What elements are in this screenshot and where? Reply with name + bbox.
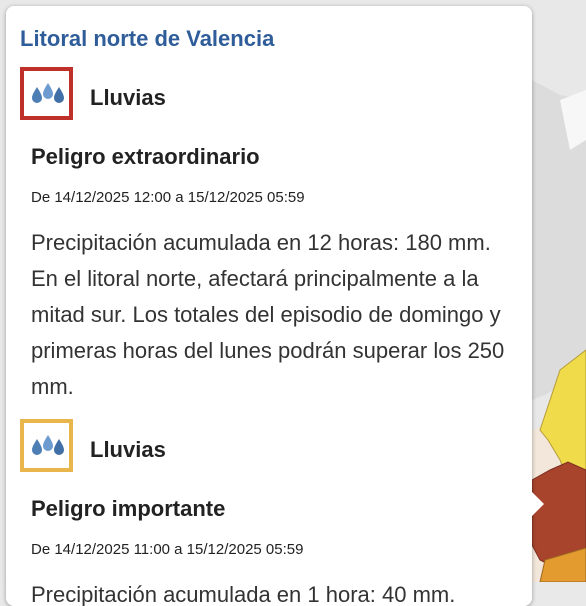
- popup-pointer-arrow: [532, 492, 544, 516]
- warning-description: Precipitación acumulada en 1 hora: 40 mm…: [31, 582, 456, 606]
- warning-level: Peligro extraordinario: [31, 144, 260, 169]
- warning-description: Precipitación acumulada en 12 horas: 180…: [31, 230, 505, 399]
- warning-popup: Litoral norte de Valencia Lluvias Peligr…: [6, 6, 532, 606]
- warning-level-frame: [20, 67, 73, 120]
- warning-dates: De 14/12/2025 12:00 a 15/12/2025 05:59: [31, 189, 305, 206]
- warning-level-frame: [20, 419, 73, 472]
- region-title: Litoral norte de Valencia: [20, 26, 275, 51]
- phenomenon-label: Lluvias: [90, 85, 166, 110]
- rain-drops-icon: [32, 83, 64, 103]
- warning-level: Peligro importante: [31, 496, 226, 521]
- rain-drops-icon: [32, 435, 64, 455]
- warning-dates: De 14/12/2025 11:00 a 15/12/2025 05:59: [31, 541, 304, 558]
- phenomenon-label: Lluvias: [90, 437, 166, 462]
